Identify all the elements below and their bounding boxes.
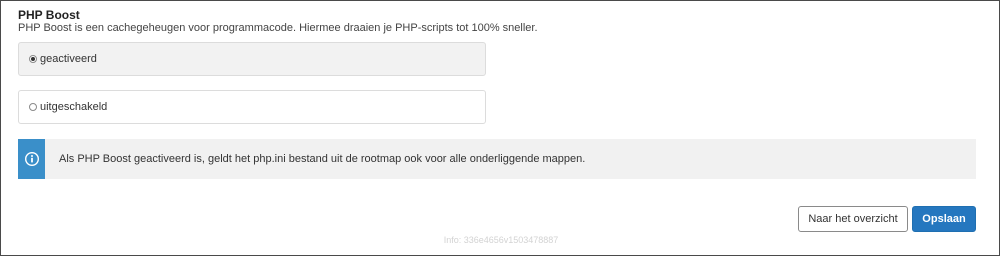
section-description: PHP Boost is een cachegeheugen voor prog…: [18, 22, 538, 34]
radio-disabled[interactable]: [29, 103, 37, 111]
info-notice: Als PHP Boost geactiveerd is, geldt het …: [18, 139, 976, 179]
option-disabled[interactable]: uitgeschakeld: [18, 90, 486, 124]
settings-panel: PHP Boost PHP Boost is een cachegeheugen…: [0, 0, 1000, 256]
option-activated[interactable]: geactiveerd: [18, 42, 486, 76]
option-activated-label: geactiveerd: [40, 53, 97, 65]
save-button[interactable]: Opslaan: [912, 206, 976, 232]
info-text: Als PHP Boost geactiveerd is, geldt het …: [59, 153, 586, 165]
info-icon: [24, 152, 39, 166]
footer-info: Info: 336e4656v1503478887: [443, 235, 559, 245]
back-to-overview-button[interactable]: Naar het overzicht: [798, 206, 908, 232]
info-icon-box: [18, 139, 45, 179]
radio-activated[interactable]: [29, 55, 37, 63]
section-title: PHP Boost: [18, 8, 80, 22]
option-disabled-label: uitgeschakeld: [40, 101, 108, 113]
